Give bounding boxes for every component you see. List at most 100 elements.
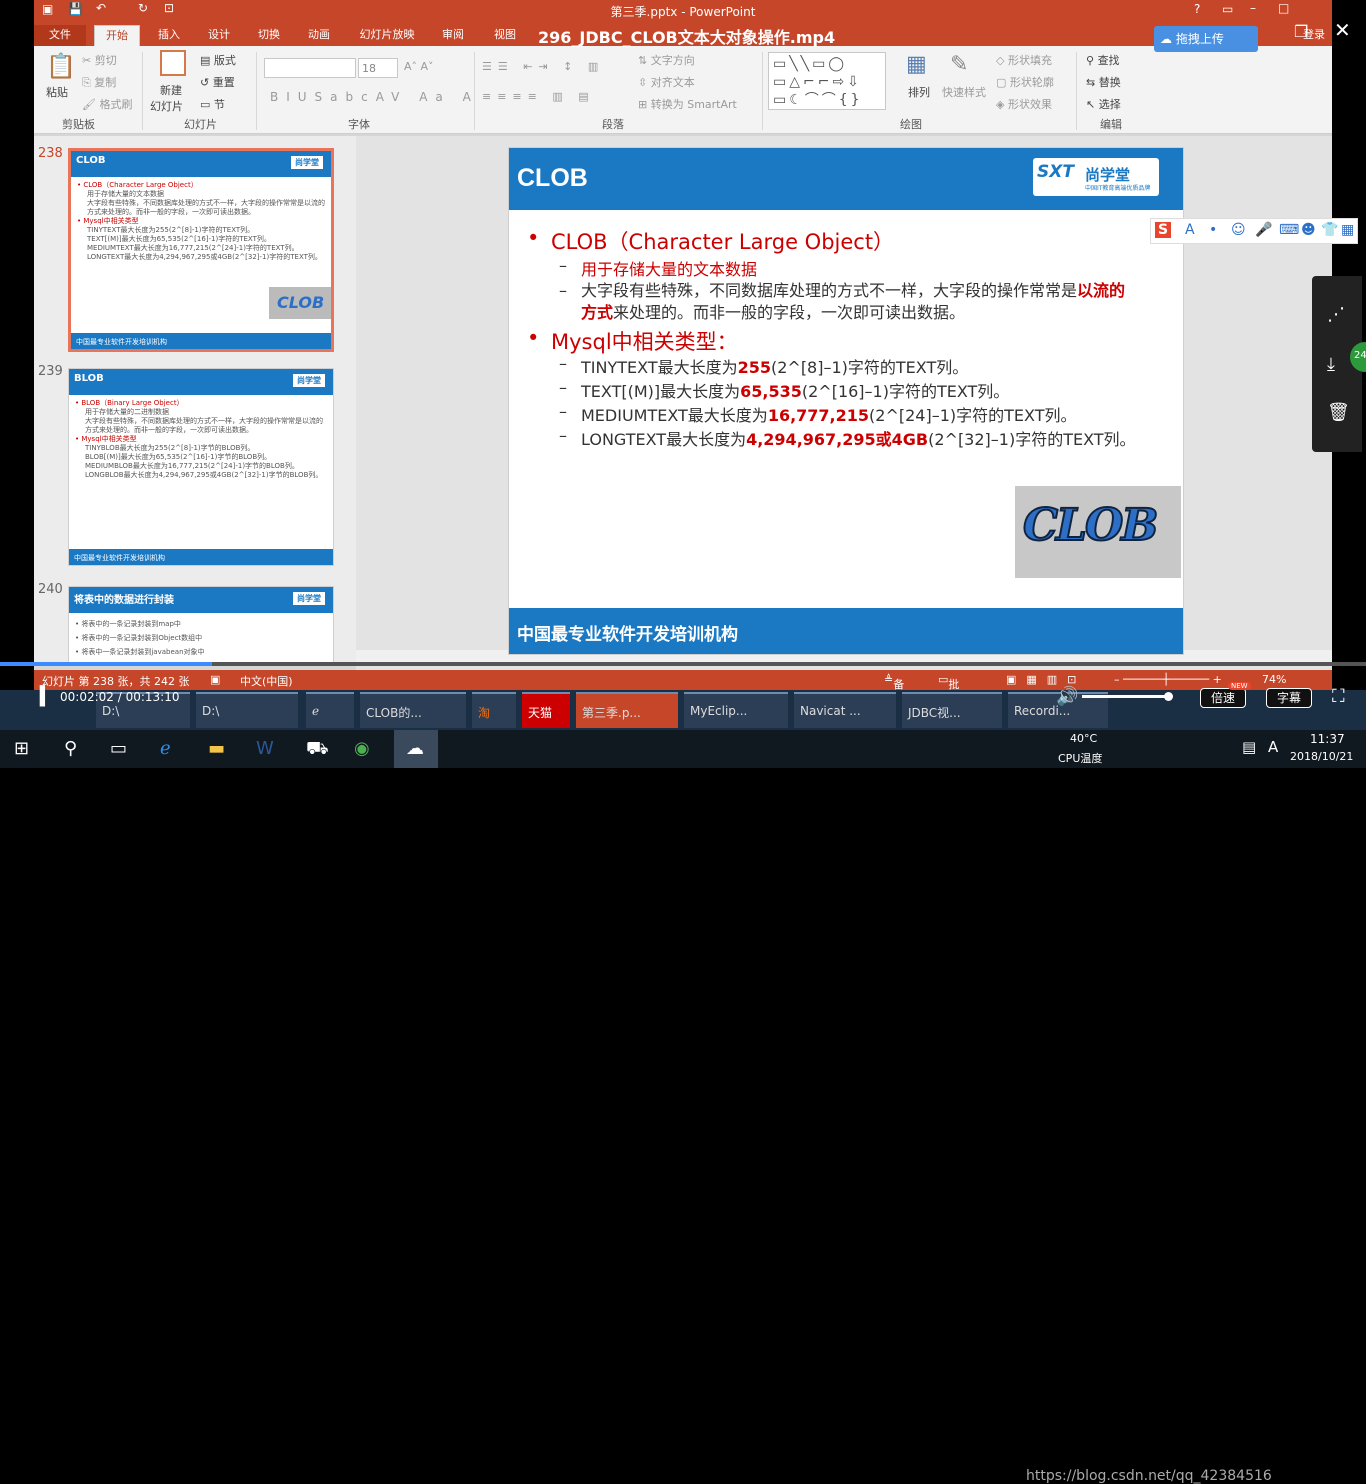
watermark: https://blog.csdn.net/qq_42384516: [1026, 1468, 1272, 1484]
user-icon[interactable]: ☻: [1301, 222, 1316, 238]
punct-icon[interactable]: •: [1209, 222, 1217, 238]
subtitle-button[interactable]: 字幕: [1266, 688, 1312, 708]
find-button[interactable]: ⚲ 查找: [1086, 52, 1120, 68]
volume-slider[interactable]: [1082, 695, 1170, 698]
current-slide[interactable]: CLOB SXT 尚学堂 中国IT教育高端优质品牌 • CLOB（Character …: [508, 147, 1184, 655]
tab-review[interactable]: 审阅: [430, 25, 476, 46]
help-icon[interactable]: ?: [1194, 2, 1200, 16]
volume-icon[interactable]: 🔊: [1056, 686, 1078, 707]
paste-icon[interactable]: 📋: [46, 52, 76, 80]
tab-view[interactable]: 视图: [482, 25, 528, 46]
close-icon[interactable]: ✕: [1334, 18, 1351, 42]
arrange-button[interactable]: 排列: [908, 84, 930, 100]
font-format-buttons[interactable]: BIUSabcAV Aa A: [270, 90, 479, 104]
shape-outline-button[interactable]: ▢ 形状轮廓: [996, 74, 1054, 90]
arrange-icon[interactable]: ▦: [906, 52, 927, 77]
tab-insert[interactable]: 插入: [146, 25, 192, 46]
taskbar-app[interactable]: JDBC视...: [902, 692, 1002, 728]
upload-button[interactable]: ☁ 拖拽上传: [1154, 26, 1258, 52]
taskbar-app-ie[interactable]: ℯ: [306, 692, 354, 728]
ime-toolbar[interactable]: S A • ☺ 🎤 ⌨ ☻ 👕 ▦: [1150, 218, 1358, 244]
paste-button[interactable]: 粘贴: [46, 84, 68, 100]
restore-icon[interactable]: ❐: [1294, 22, 1308, 41]
font-size-input[interactable]: 18: [358, 58, 398, 78]
shape-fill-button[interactable]: ◇ 形状填充: [996, 52, 1052, 68]
tab-animations[interactable]: 动画: [296, 25, 342, 46]
notes-button[interactable]: ≜ 备注: [884, 673, 904, 690]
tab-file[interactable]: 文件: [34, 25, 86, 46]
select-button[interactable]: ↖ 选择: [1086, 96, 1121, 112]
windows-start-icon[interactable]: ⊞: [14, 738, 29, 759]
text-direction-button[interactable]: ⇅ 文字方向: [638, 52, 695, 68]
360-browser-icon[interactable]: ◉: [354, 738, 370, 759]
speed-button[interactable]: 倍速: [1200, 688, 1246, 708]
zoom-level[interactable]: 74%: [1262, 673, 1286, 686]
volume-handle[interactable]: [1164, 692, 1173, 701]
comments-button[interactable]: ▭ 批注: [938, 673, 959, 690]
new-slide-label[interactable]: 幻灯片: [150, 98, 183, 114]
section-button[interactable]: ▭ 节: [200, 96, 225, 112]
emoji-icon[interactable]: ☺: [1231, 222, 1246, 238]
tab-design[interactable]: 设计: [196, 25, 242, 46]
font-name-input[interactable]: [264, 58, 356, 78]
align-buttons[interactable]: ≡≡≡≡ ▥ ▤: [482, 90, 595, 103]
reset-button[interactable]: ↺ 重置: [200, 74, 235, 90]
store-icon[interactable]: ⛟: [306, 738, 329, 762]
zoom-slider[interactable]: – ──────┼────── +: [1114, 673, 1222, 686]
task-view-icon[interactable]: ▭: [110, 738, 127, 759]
slide-thumbnail-238[interactable]: CLOB 尚学堂 • CLOB（Character Large Object） 用…: [68, 148, 334, 352]
shape-effects-button[interactable]: ◈ 形状效果: [996, 96, 1052, 112]
tab-transitions[interactable]: 切换: [246, 25, 292, 46]
video-progress-bar[interactable]: [0, 662, 1366, 666]
grid-icon[interactable]: ▦: [1341, 222, 1354, 238]
slide-thumbnail-239[interactable]: BLOB 尚学堂 • BLOB（Binary Large Object） 用于存储…: [68, 368, 334, 566]
taskbar-app[interactable]: 第三季.p...: [576, 692, 678, 728]
ime-a-icon[interactable]: A: [1268, 738, 1278, 756]
taskbar-app[interactable]: Navicat ...: [794, 692, 896, 728]
smartart-button[interactable]: ⊞ 转换为 SmartArt: [638, 96, 737, 112]
sogou-icon[interactable]: S: [1155, 222, 1172, 238]
bullets-buttons[interactable]: ☰☰ ⇤⇥ ↕ ▥: [482, 60, 604, 73]
mic-icon[interactable]: 🎤: [1255, 222, 1272, 238]
play-pause-icon[interactable]: ▍: [40, 686, 54, 707]
quick-styles-button[interactable]: 快速样式: [942, 84, 986, 100]
align-text-button[interactable]: ⇳ 对齐文本: [638, 74, 695, 90]
search-icon[interactable]: ⚲: [64, 738, 77, 759]
word-icon[interactable]: W: [256, 738, 274, 759]
cut-button[interactable]: ✂ 剪切: [82, 52, 117, 68]
tab-slideshow[interactable]: 幻灯片放映: [350, 25, 424, 46]
share-icon[interactable]: ⋰: [1327, 304, 1345, 325]
taskbar-app-tmall[interactable]: 天猫: [522, 692, 570, 728]
new-slide-button[interactable]: 新建: [160, 82, 182, 98]
tab-home[interactable]: 开始: [94, 25, 140, 46]
skin-icon[interactable]: 👕: [1321, 222, 1338, 238]
taskbar-app[interactable]: MyEclip...: [684, 692, 788, 728]
ribbon-options-icon[interactable]: ▭: [1222, 2, 1233, 16]
lang-icon[interactable]: A: [1185, 222, 1195, 238]
view-buttons[interactable]: ▣▦▥⊡: [1006, 673, 1086, 686]
new-slide-icon[interactable]: [160, 50, 186, 76]
language-status[interactable]: 中文(中国): [240, 673, 293, 689]
taskbar-app[interactable]: CLOB的...: [360, 692, 466, 728]
explorer-icon[interactable]: ▬: [208, 738, 225, 759]
shapes-gallery[interactable]: ▭╲╲▭◯ ▭△⌐⌐⇨⇩ ▭☾⌒⌒{}: [768, 52, 886, 110]
edge-icon[interactable]: ℯ: [160, 738, 171, 759]
keyboard-icon[interactable]: ⌨: [1279, 222, 1299, 238]
quick-styles-icon[interactable]: ✎: [950, 52, 968, 77]
copy-button[interactable]: ⎘ 复制: [82, 74, 116, 90]
maximize-icon[interactable]: □: [1278, 1, 1289, 15]
layout-button[interactable]: ▤ 版式: [200, 52, 236, 68]
spellcheck-icon[interactable]: ▣: [210, 673, 220, 686]
fullscreen-icon[interactable]: ⛶: [1332, 686, 1345, 707]
download-icon[interactable]: ⤓: [1327, 354, 1335, 375]
delete-icon[interactable]: 🗑: [1327, 402, 1350, 423]
taskbar-app[interactable]: D:\: [196, 692, 298, 728]
grow-font-icon[interactable]: A˄ A˅: [404, 60, 434, 73]
taskbar-app-taobao[interactable]: 淘: [472, 692, 516, 728]
replace-button[interactable]: ⇆ 替换: [1086, 74, 1121, 90]
format-painter-button[interactable]: 🖌 格式刷: [82, 96, 132, 112]
notification-icon[interactable]: ▤: [1242, 738, 1256, 756]
baidu-netdisk-icon[interactable]: ☁: [394, 730, 438, 768]
slide-thumbnail-240[interactable]: 将表中的数据进行封装 尚学堂 • 将表中的一条记录封装到map中 • 将表中的一条…: [68, 586, 334, 666]
minimize-icon[interactable]: –: [1250, 1, 1256, 15]
